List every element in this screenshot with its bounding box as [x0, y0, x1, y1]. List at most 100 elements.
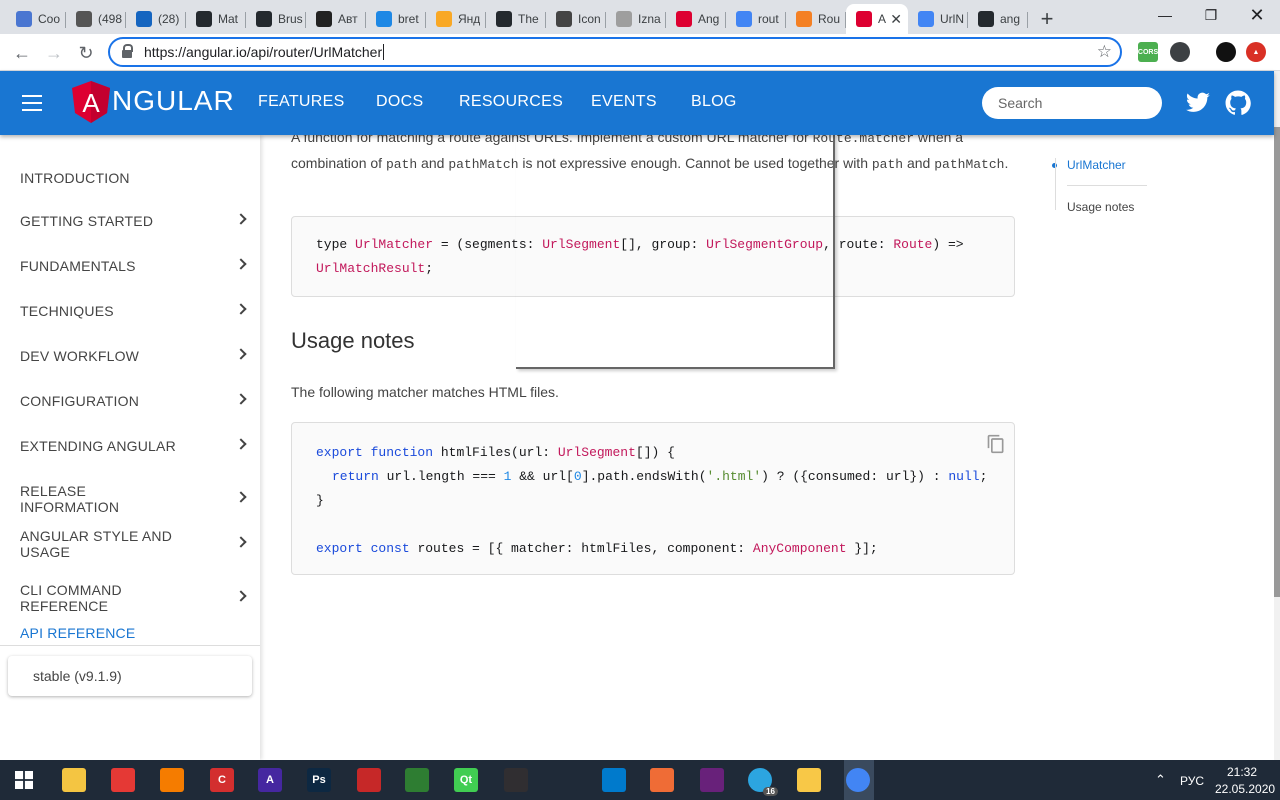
- unity-icon[interactable]: [553, 768, 577, 792]
- page-scrollbar[interactable]: [1274, 71, 1280, 760]
- clock-time[interactable]: 21:32: [1227, 765, 1257, 779]
- browser-tab[interactable]: Ang: [666, 4, 726, 34]
- sidebar-item-label: GETTING STARTED: [20, 213, 154, 229]
- color-picker-icon[interactable]: [160, 768, 184, 792]
- hex-editor-icon[interactable]: A: [258, 768, 282, 792]
- postman-icon[interactable]: [650, 768, 674, 792]
- tab-close-icon[interactable]: ✕: [890, 11, 902, 28]
- nav-features[interactable]: FEATURES: [258, 93, 345, 111]
- browser-tab[interactable]: Icon: [546, 4, 606, 34]
- sidebar-item-techniques[interactable]: TECHNIQUES: [20, 303, 247, 319]
- new-tab-button[interactable]: +: [1032, 4, 1062, 34]
- minimize-button[interactable]: —: [1142, 0, 1188, 30]
- browser-tab[interactable]: A ✕: [846, 4, 908, 34]
- bookmark-star-icon[interactable]: ☆: [1097, 42, 1112, 62]
- clock-date[interactable]: 22.05.2020: [1215, 782, 1275, 796]
- address-bar[interactable]: https://angular.io/api/router/UrlMatcher…: [108, 37, 1122, 67]
- browser-tab[interactable]: Coo: [6, 4, 66, 34]
- reload-button[interactable]: ↻: [73, 40, 99, 66]
- tray-expand-icon[interactable]: ⌃: [1155, 772, 1166, 788]
- sidebar-item-fundamentals[interactable]: FUNDAMENTALS: [20, 258, 247, 274]
- sidebar-item-label: RELEASE INFORMATION: [20, 483, 120, 515]
- obs-icon[interactable]: [504, 768, 528, 792]
- chevron-right-icon: [235, 438, 247, 450]
- cors-extension-icon[interactable]: CORS: [1138, 42, 1158, 62]
- browser-tab[interactable]: bret: [366, 4, 426, 34]
- search-input[interactable]: [982, 87, 1162, 119]
- sidebar-item-extending-angular[interactable]: EXTENDING ANGULAR: [20, 438, 247, 454]
- vscode-icon[interactable]: [602, 768, 626, 792]
- browser-tab[interactable]: Янд: [426, 4, 486, 34]
- sidebar-item-getting-started[interactable]: GETTING STARTED: [20, 213, 247, 229]
- taskbar-icon-glyph: Ps: [312, 774, 326, 786]
- text-cursor: [383, 44, 385, 60]
- qt-creator-icon[interactable]: Qt: [454, 768, 478, 792]
- twitter-icon[interactable]: [1185, 90, 1211, 116]
- angular-logo-icon[interactable]: A: [72, 81, 110, 123]
- visual-studio-icon[interactable]: [700, 768, 724, 792]
- browser-tab[interactable]: ang: [968, 4, 1028, 34]
- filezilla-icon[interactable]: [357, 768, 381, 792]
- fork-icon[interactable]: [405, 768, 429, 792]
- close-window-button[interactable]: ✕: [1234, 0, 1280, 30]
- chevron-right-icon: [235, 536, 247, 548]
- input-language[interactable]: РУС: [1180, 774, 1204, 788]
- tab-favicon-icon: [436, 11, 452, 27]
- chrome-icon[interactable]: [846, 768, 870, 792]
- photoshop-icon[interactable]: Ps: [307, 768, 331, 792]
- maximize-button[interactable]: ❐: [1188, 0, 1234, 30]
- scrollbar-thumb[interactable]: [1274, 127, 1280, 597]
- browser-tab[interactable]: rout: [726, 4, 786, 34]
- chevron-right-icon: [235, 258, 247, 270]
- nav-resources[interactable]: RESOURCES: [459, 93, 563, 111]
- browser-tab[interactable]: Rou: [786, 4, 846, 34]
- sidebar-item-label: TECHNIQUES: [20, 303, 114, 319]
- file-explorer-icon[interactable]: [797, 768, 821, 792]
- toc-item-usage-notes[interactable]: Usage notes: [1067, 200, 1134, 214]
- github-icon[interactable]: [1225, 90, 1251, 116]
- sidebar-item-introduction[interactable]: INTRODUCTION: [20, 170, 245, 186]
- telegram-icon[interactable]: 16: [748, 768, 778, 796]
- forward-button[interactable]: →: [41, 40, 67, 66]
- sidebar-item-label: DEV WORKFLOW: [20, 348, 140, 364]
- browser-tab[interactable]: UrlN: [908, 4, 968, 34]
- profile-avatar[interactable]: [1216, 42, 1236, 62]
- nav-events[interactable]: EVENTS: [591, 93, 657, 111]
- keepass-icon[interactable]: [62, 768, 86, 792]
- usage-notes-heading: Usage notes: [291, 328, 415, 353]
- windows-start-icon[interactable]: [12, 768, 36, 792]
- browser-tab[interactable]: Izna: [606, 4, 666, 34]
- browser-tab[interactable]: Mat: [186, 4, 246, 34]
- tab-title: Izna: [638, 12, 661, 26]
- toc-item-urlmatcher[interactable]: UrlMatcher: [1067, 158, 1126, 172]
- tab-title: rout: [758, 12, 779, 26]
- angular-logo-letter: A: [82, 88, 100, 118]
- ccleaner-icon[interactable]: C: [210, 768, 234, 792]
- docs-sidebar: INTRODUCTION GETTING STARTED FUNDAMENTALS T…: [0, 135, 260, 760]
- tab-title: Brus: [278, 12, 303, 26]
- chevron-right-icon: [235, 491, 247, 503]
- copy-code-icon[interactable]: [986, 433, 1006, 455]
- browser-tab[interactable]: Brus: [246, 4, 306, 34]
- sidebar-item-angular-style-and-usage[interactable]: ANGULAR STYLE AND USAGE: [20, 528, 247, 560]
- sidebar-item-api-reference[interactable]: API REFERENCE: [20, 625, 245, 641]
- browser-tab[interactable]: (498: [66, 4, 126, 34]
- brand-name[interactable]: NGULAR: [112, 85, 235, 117]
- browser-tab[interactable]: (28): [126, 4, 186, 34]
- nav-docs[interactable]: DOCS: [376, 93, 423, 111]
- sidebar-item-cli-command-reference[interactable]: CLI COMMAND REFERENCE: [20, 582, 247, 614]
- browser-tab[interactable]: The: [486, 4, 546, 34]
- tab-favicon-icon: [256, 11, 272, 27]
- extension-red-icon[interactable]: ▲: [1246, 42, 1266, 62]
- version-selector[interactable]: stable (v9.1.9): [8, 656, 252, 696]
- extension-icon[interactable]: [1170, 42, 1190, 62]
- menu-hamburger-icon[interactable]: [22, 95, 42, 111]
- browser-tab[interactable]: Авт: [306, 4, 366, 34]
- sidebar-item-release-information[interactable]: RELEASE INFORMATION: [20, 483, 247, 515]
- back-button[interactable]: ←: [9, 40, 35, 66]
- teamviewer-icon[interactable]: [111, 768, 135, 792]
- tab-title: Ang: [698, 12, 720, 26]
- nav-blog[interactable]: BLOG: [691, 93, 737, 111]
- sidebar-item-configuration[interactable]: CONFIGURATION: [20, 393, 247, 409]
- sidebar-item-dev-workflow[interactable]: DEV WORKFLOW: [20, 348, 247, 364]
